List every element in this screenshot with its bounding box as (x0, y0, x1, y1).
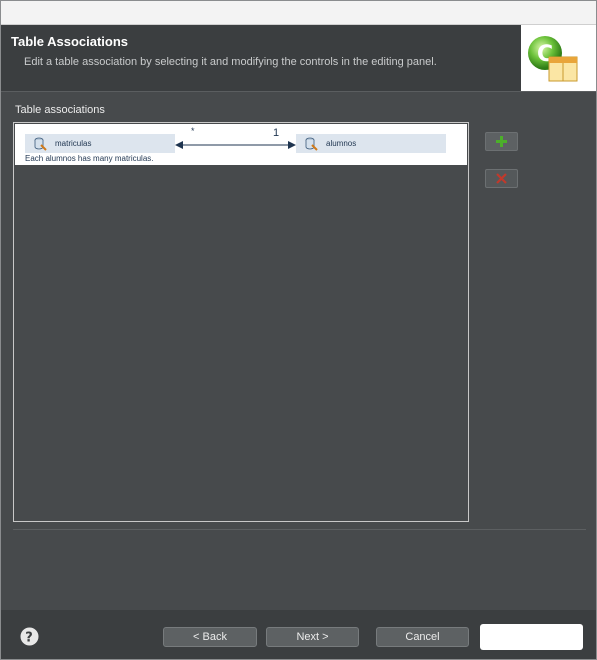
help-icon: ? (20, 627, 39, 646)
add-association-button[interactable] (485, 132, 518, 151)
window-titlebar[interactable] (1, 1, 596, 25)
finish-button[interactable] (480, 624, 583, 650)
association-row[interactable]: matriculas * 1 alumnos Each alumnos has … (15, 124, 467, 165)
cancel-button[interactable]: Cancel (376, 627, 469, 647)
database-table-icon (34, 137, 47, 151)
back-button[interactable]: < Back (163, 627, 257, 647)
help-button[interactable]: ? (20, 627, 39, 646)
database-table-icon (305, 137, 318, 151)
wizard-banner-icon: C (521, 25, 596, 91)
source-table-box: matriculas (25, 134, 175, 153)
target-table-box: alumnos (296, 134, 446, 153)
plus-icon (496, 136, 507, 147)
remove-association-button[interactable] (485, 169, 518, 188)
target-cardinality: 1 (273, 127, 280, 139)
svg-text:?: ? (25, 631, 33, 646)
associations-list[interactable]: matriculas * 1 alumnos Each alumnos has … (13, 122, 469, 522)
delete-x-icon (496, 173, 507, 184)
source-cardinality: * (191, 126, 195, 136)
target-table-name: alumnos (326, 139, 357, 148)
association-arrow (175, 141, 296, 149)
wizard-dialog: Table Associations Edit a table associat… (0, 0, 597, 660)
wizard-header: Table Associations Edit a table associat… (1, 25, 596, 92)
section-label: Table associations (15, 104, 105, 116)
page-description: Edit a table association by selecting it… (24, 56, 437, 68)
association-description: Each alumnos has many matriculas. (25, 154, 154, 163)
separator (13, 529, 586, 530)
page-title: Table Associations (11, 34, 129, 49)
next-button[interactable]: Next > (266, 627, 359, 647)
source-table-name: matriculas (55, 139, 92, 148)
